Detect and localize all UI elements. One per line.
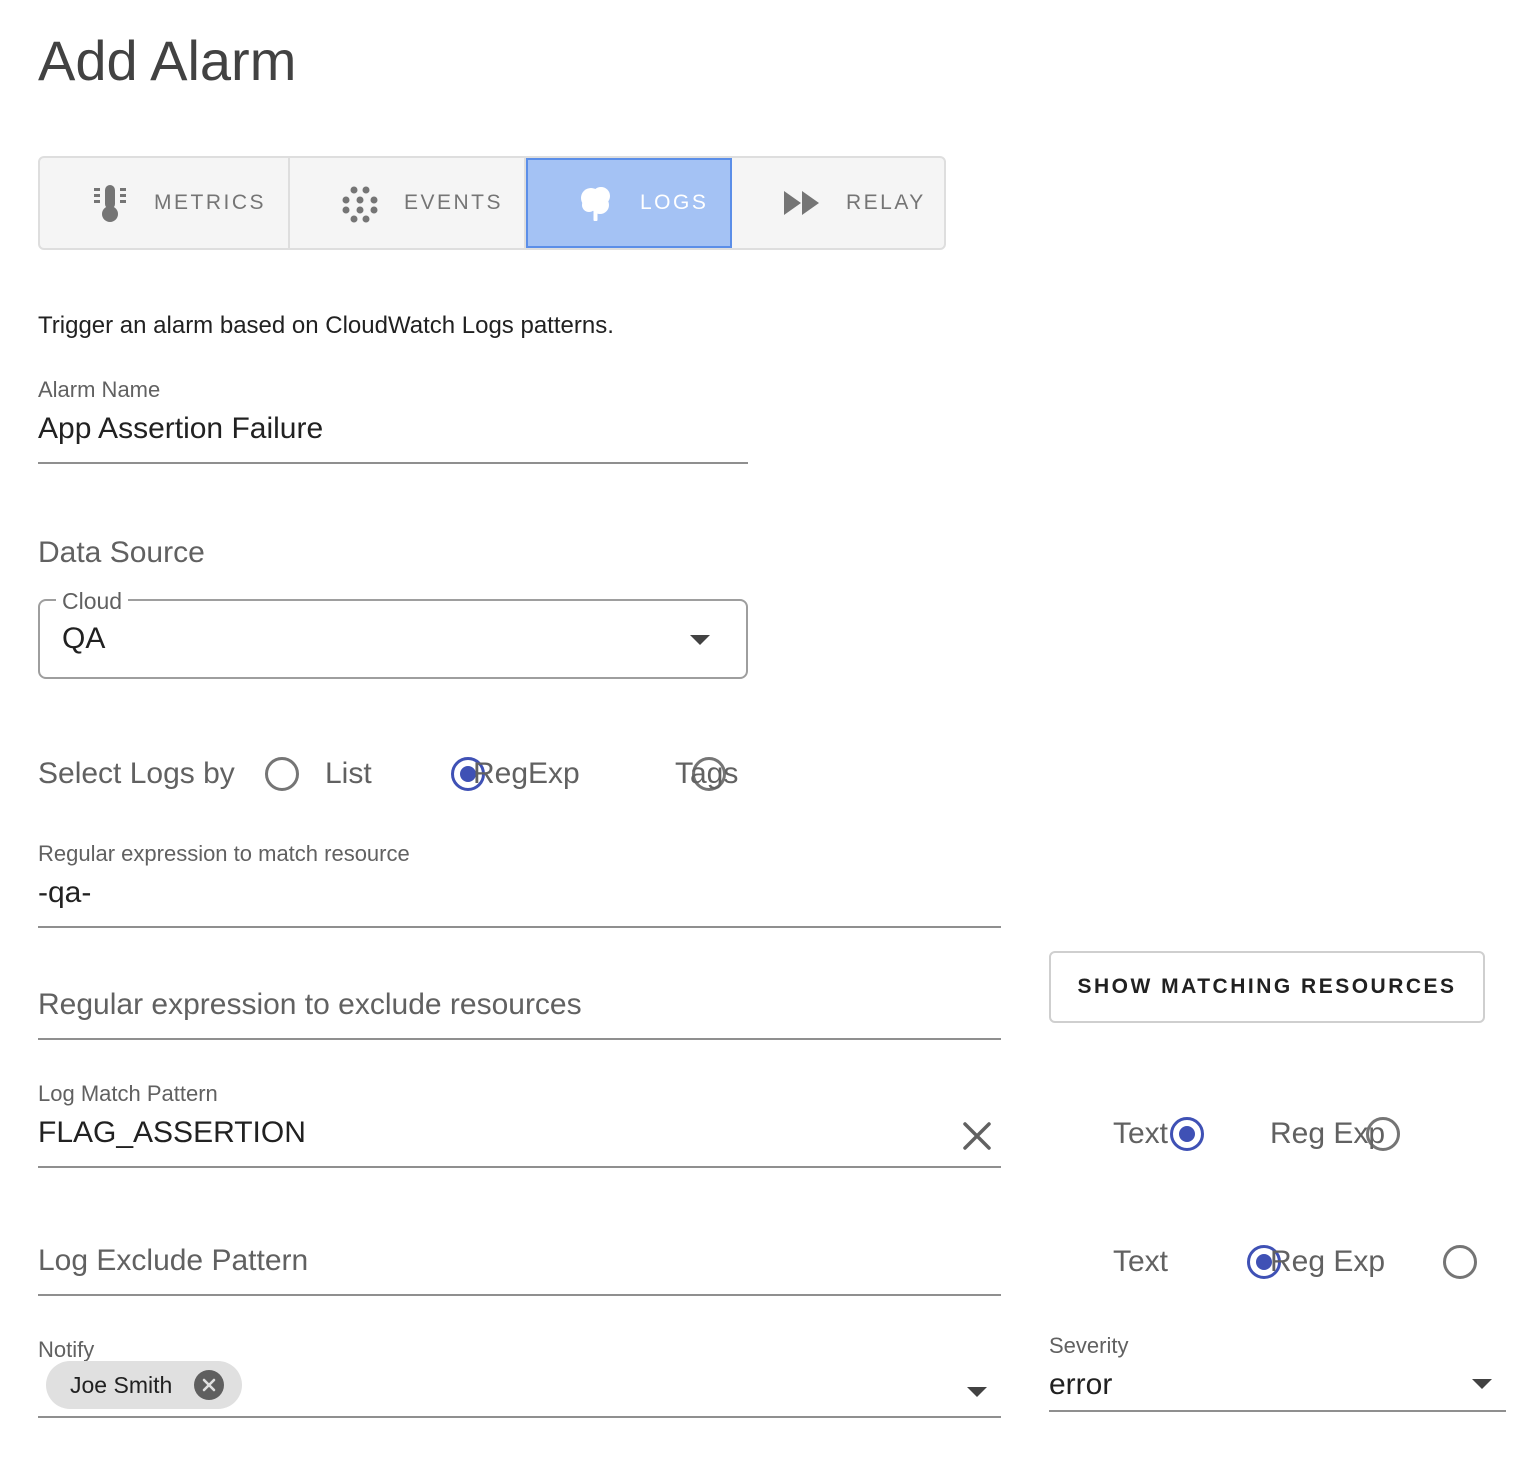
clear-icon[interactable] <box>960 1119 994 1153</box>
exclude-mode-regexp-label: Reg Exp <box>1270 1245 1386 1278</box>
radio-list-label: List <box>325 757 372 790</box>
log-match-pattern-input[interactable]: FLAG_ASSERTION <box>38 1116 306 1150</box>
match-mode-text-radio[interactable] <box>1170 1117 1205 1151</box>
notify-chip-label: Joe Smith <box>70 1371 173 1398</box>
radio-tags-label: Tags <box>675 757 739 790</box>
cloud-select-value: QA <box>62 622 106 655</box>
severity-select[interactable]: error <box>1049 1368 1112 1402</box>
tree-icon <box>574 181 618 225</box>
log-exclude-pattern-input[interactable]: Log Exclude Pattern <box>38 1244 308 1278</box>
severity-label: Severity <box>1049 1333 1129 1358</box>
notify-dropdown-icon[interactable] <box>967 1387 987 1397</box>
tab-events[interactable]: EVENTS <box>290 158 526 248</box>
notify-chip: Joe Smith <box>46 1361 242 1409</box>
cloud-select[interactable] <box>38 599 748 679</box>
exclude-mode-text-label: Text <box>1113 1245 1169 1278</box>
thermometer-icon <box>88 181 132 225</box>
regex-match-underline <box>38 926 1001 928</box>
alarm-name-label: Alarm Name <box>38 377 161 402</box>
regex-exclude-input[interactable]: Regular expression to exclude resources <box>38 988 582 1022</box>
alarm-type-tabs: METRICS EVENTS LOGS RELAY <box>38 156 946 250</box>
tab-relay-label: RELAY <box>846 191 926 214</box>
tab-metrics-label: METRICS <box>154 191 266 214</box>
tab-metrics[interactable]: METRICS <box>40 158 290 248</box>
fast-forward-icon <box>780 181 824 225</box>
log-match-pattern-label: Log Match Pattern <box>38 1081 218 1106</box>
exclude-mode-regexp-radio[interactable] <box>1442 1245 1477 1279</box>
match-mode-regexp-label: Reg Exp <box>1270 1117 1386 1150</box>
severity-underline <box>1049 1410 1506 1412</box>
notify-underline <box>38 1416 1001 1418</box>
data-source-heading: Data Source <box>38 536 205 569</box>
regex-exclude-underline <box>38 1038 1001 1040</box>
notify-label: Notify <box>38 1337 95 1362</box>
radio-list[interactable] <box>265 757 299 791</box>
radio-regexp-label: RegExp <box>473 757 580 790</box>
regex-match-input[interactable]: -qa- <box>38 876 91 910</box>
alarm-name-input[interactable]: App Assertion Failure <box>38 412 323 446</box>
match-mode-text-label: Text <box>1113 1117 1169 1150</box>
page-title: Add Alarm <box>38 29 297 92</box>
show-matching-resources-button[interactable]: SHOW MATCHING RESOURCES <box>1049 951 1485 1023</box>
regex-match-label: Regular expression to match resource <box>38 841 410 866</box>
cloud-select-label: Cloud <box>56 586 129 616</box>
dots-grid-icon <box>338 181 382 225</box>
select-logs-by-label: Select Logs by <box>38 757 235 790</box>
tab-relay[interactable]: RELAY <box>732 158 944 248</box>
chevron-down-icon[interactable] <box>690 635 710 645</box>
tab-logs-label: LOGS <box>640 191 709 214</box>
log-match-pattern-underline <box>38 1166 1001 1168</box>
severity-dropdown-icon[interactable] <box>1472 1379 1492 1389</box>
log-exclude-pattern-underline <box>38 1294 1001 1296</box>
tab-events-label: EVENTS <box>404 191 504 214</box>
tab-logs[interactable]: LOGS <box>526 158 732 248</box>
alarm-name-underline <box>38 462 748 464</box>
chip-remove-icon[interactable] <box>194 1370 224 1400</box>
description-text: Trigger an alarm based on CloudWatch Log… <box>38 312 614 339</box>
